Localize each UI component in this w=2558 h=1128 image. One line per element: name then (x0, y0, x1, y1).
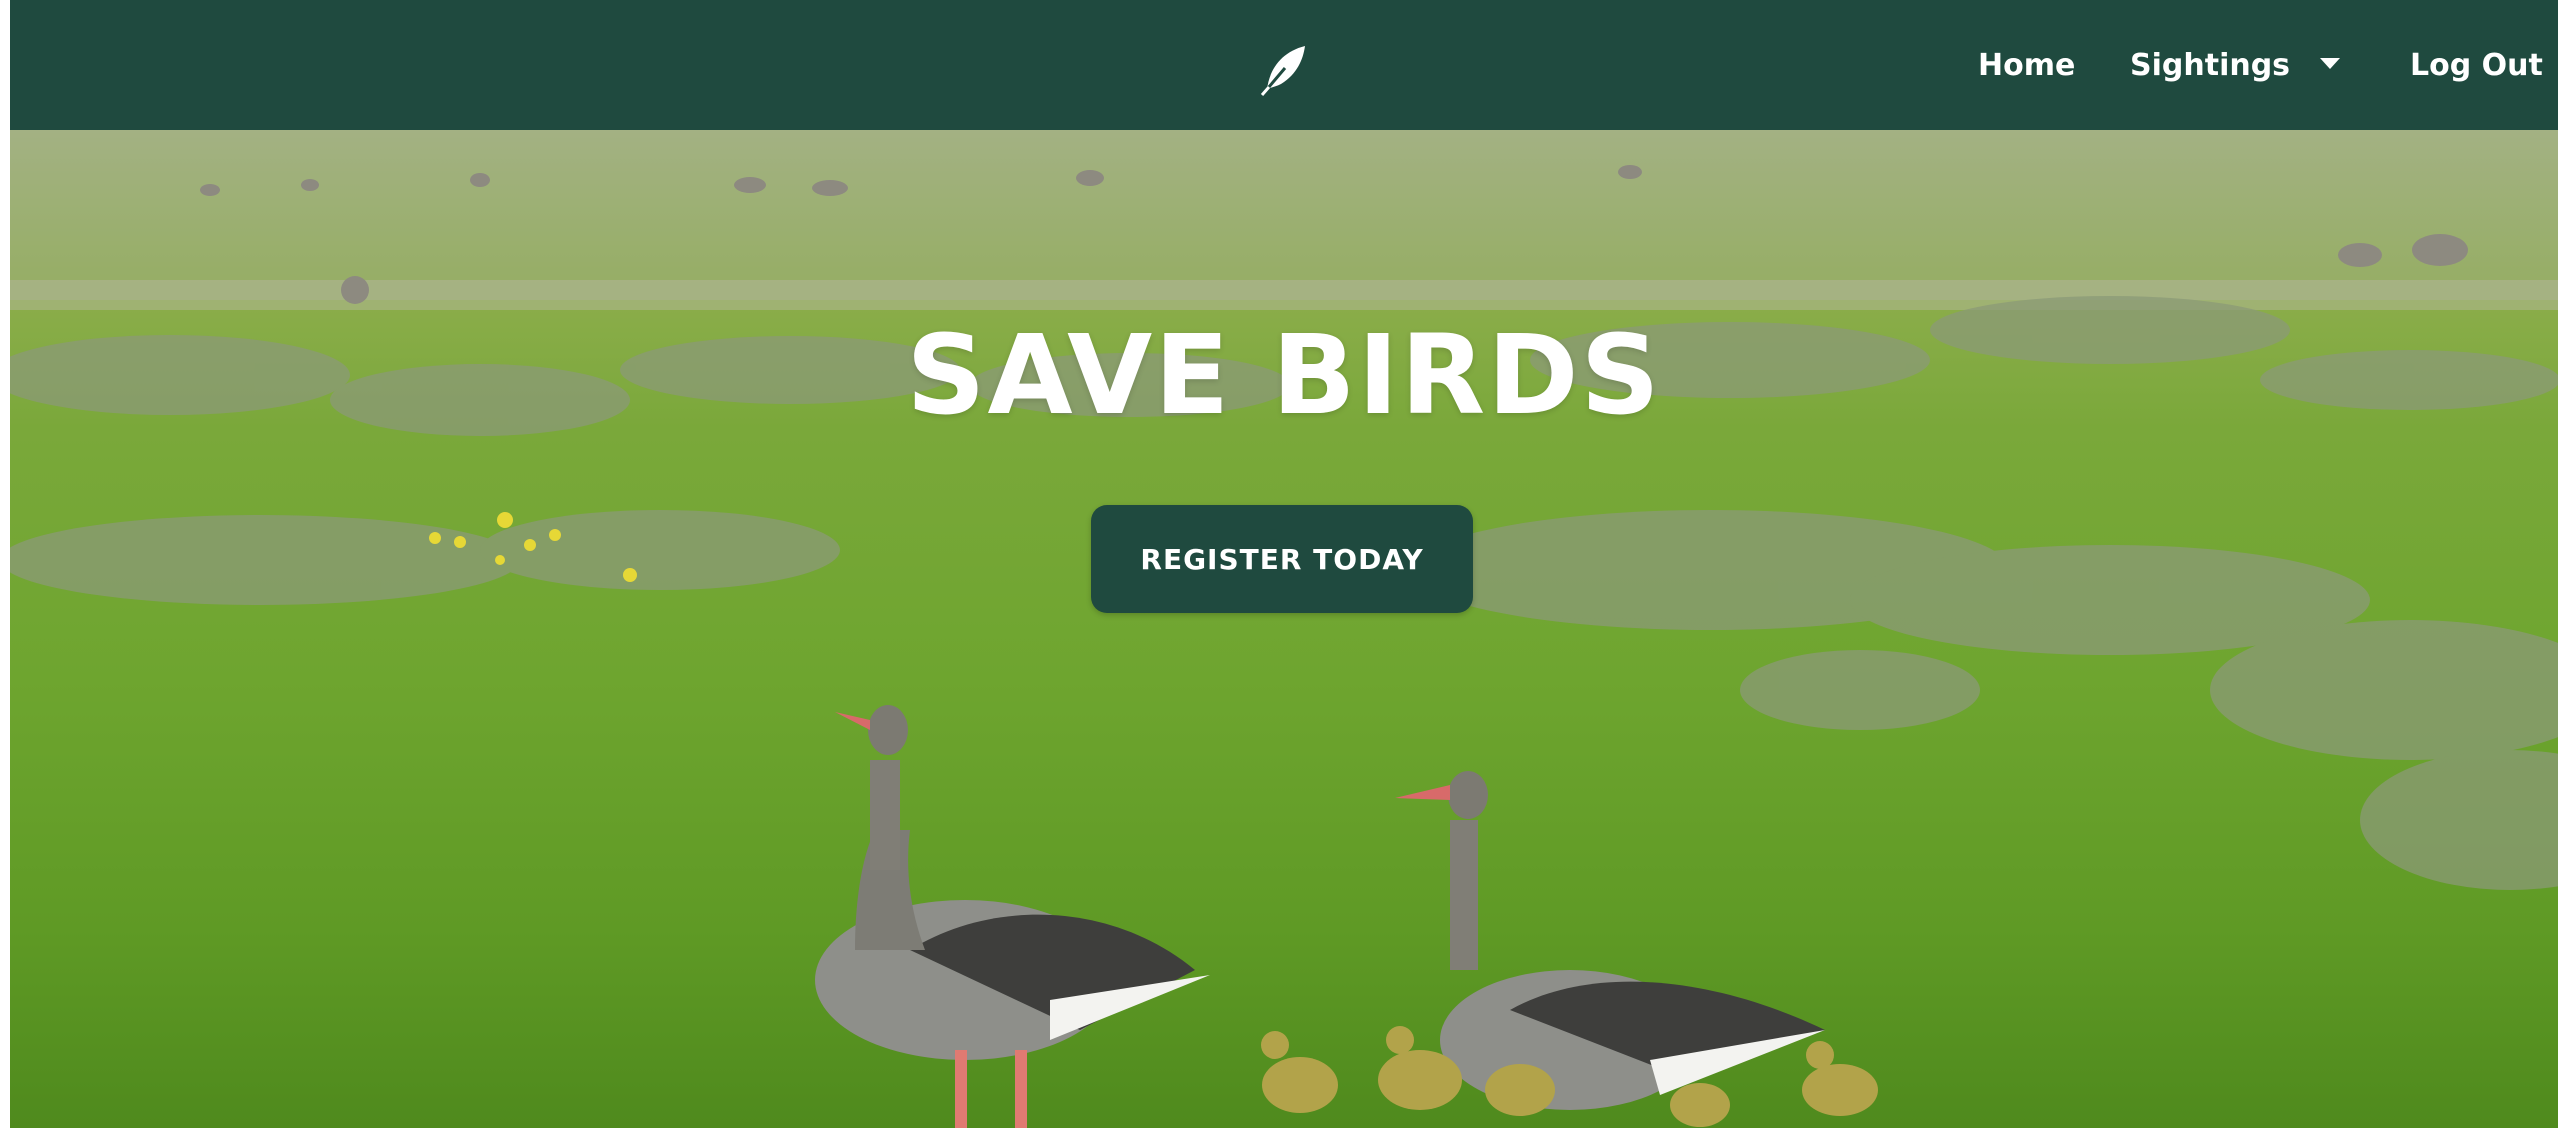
register-today-button[interactable]: REGISTER TODAY (1091, 505, 1473, 613)
caret-down-icon[interactable] (2320, 58, 2340, 69)
hero-background-image (10, 130, 2558, 1128)
nav-logout-link[interactable]: Log Out (2410, 44, 2543, 88)
page: Home Sightings Log Out SAVE BIRDS REGIST… (10, 0, 2558, 1128)
feather-icon[interactable] (1255, 40, 1313, 98)
top-navbar: Home Sightings Log Out (10, 0, 2558, 130)
nav-sightings-link[interactable]: Sightings (2130, 44, 2290, 88)
hero-title: SAVE BIRDS (906, 311, 1662, 439)
hero-section: SAVE BIRDS REGISTER TODAY (10, 130, 2558, 1128)
nav-home-link[interactable]: Home (1978, 44, 2075, 88)
goose-left (815, 705, 1210, 1128)
goose-right (1395, 771, 1825, 1110)
